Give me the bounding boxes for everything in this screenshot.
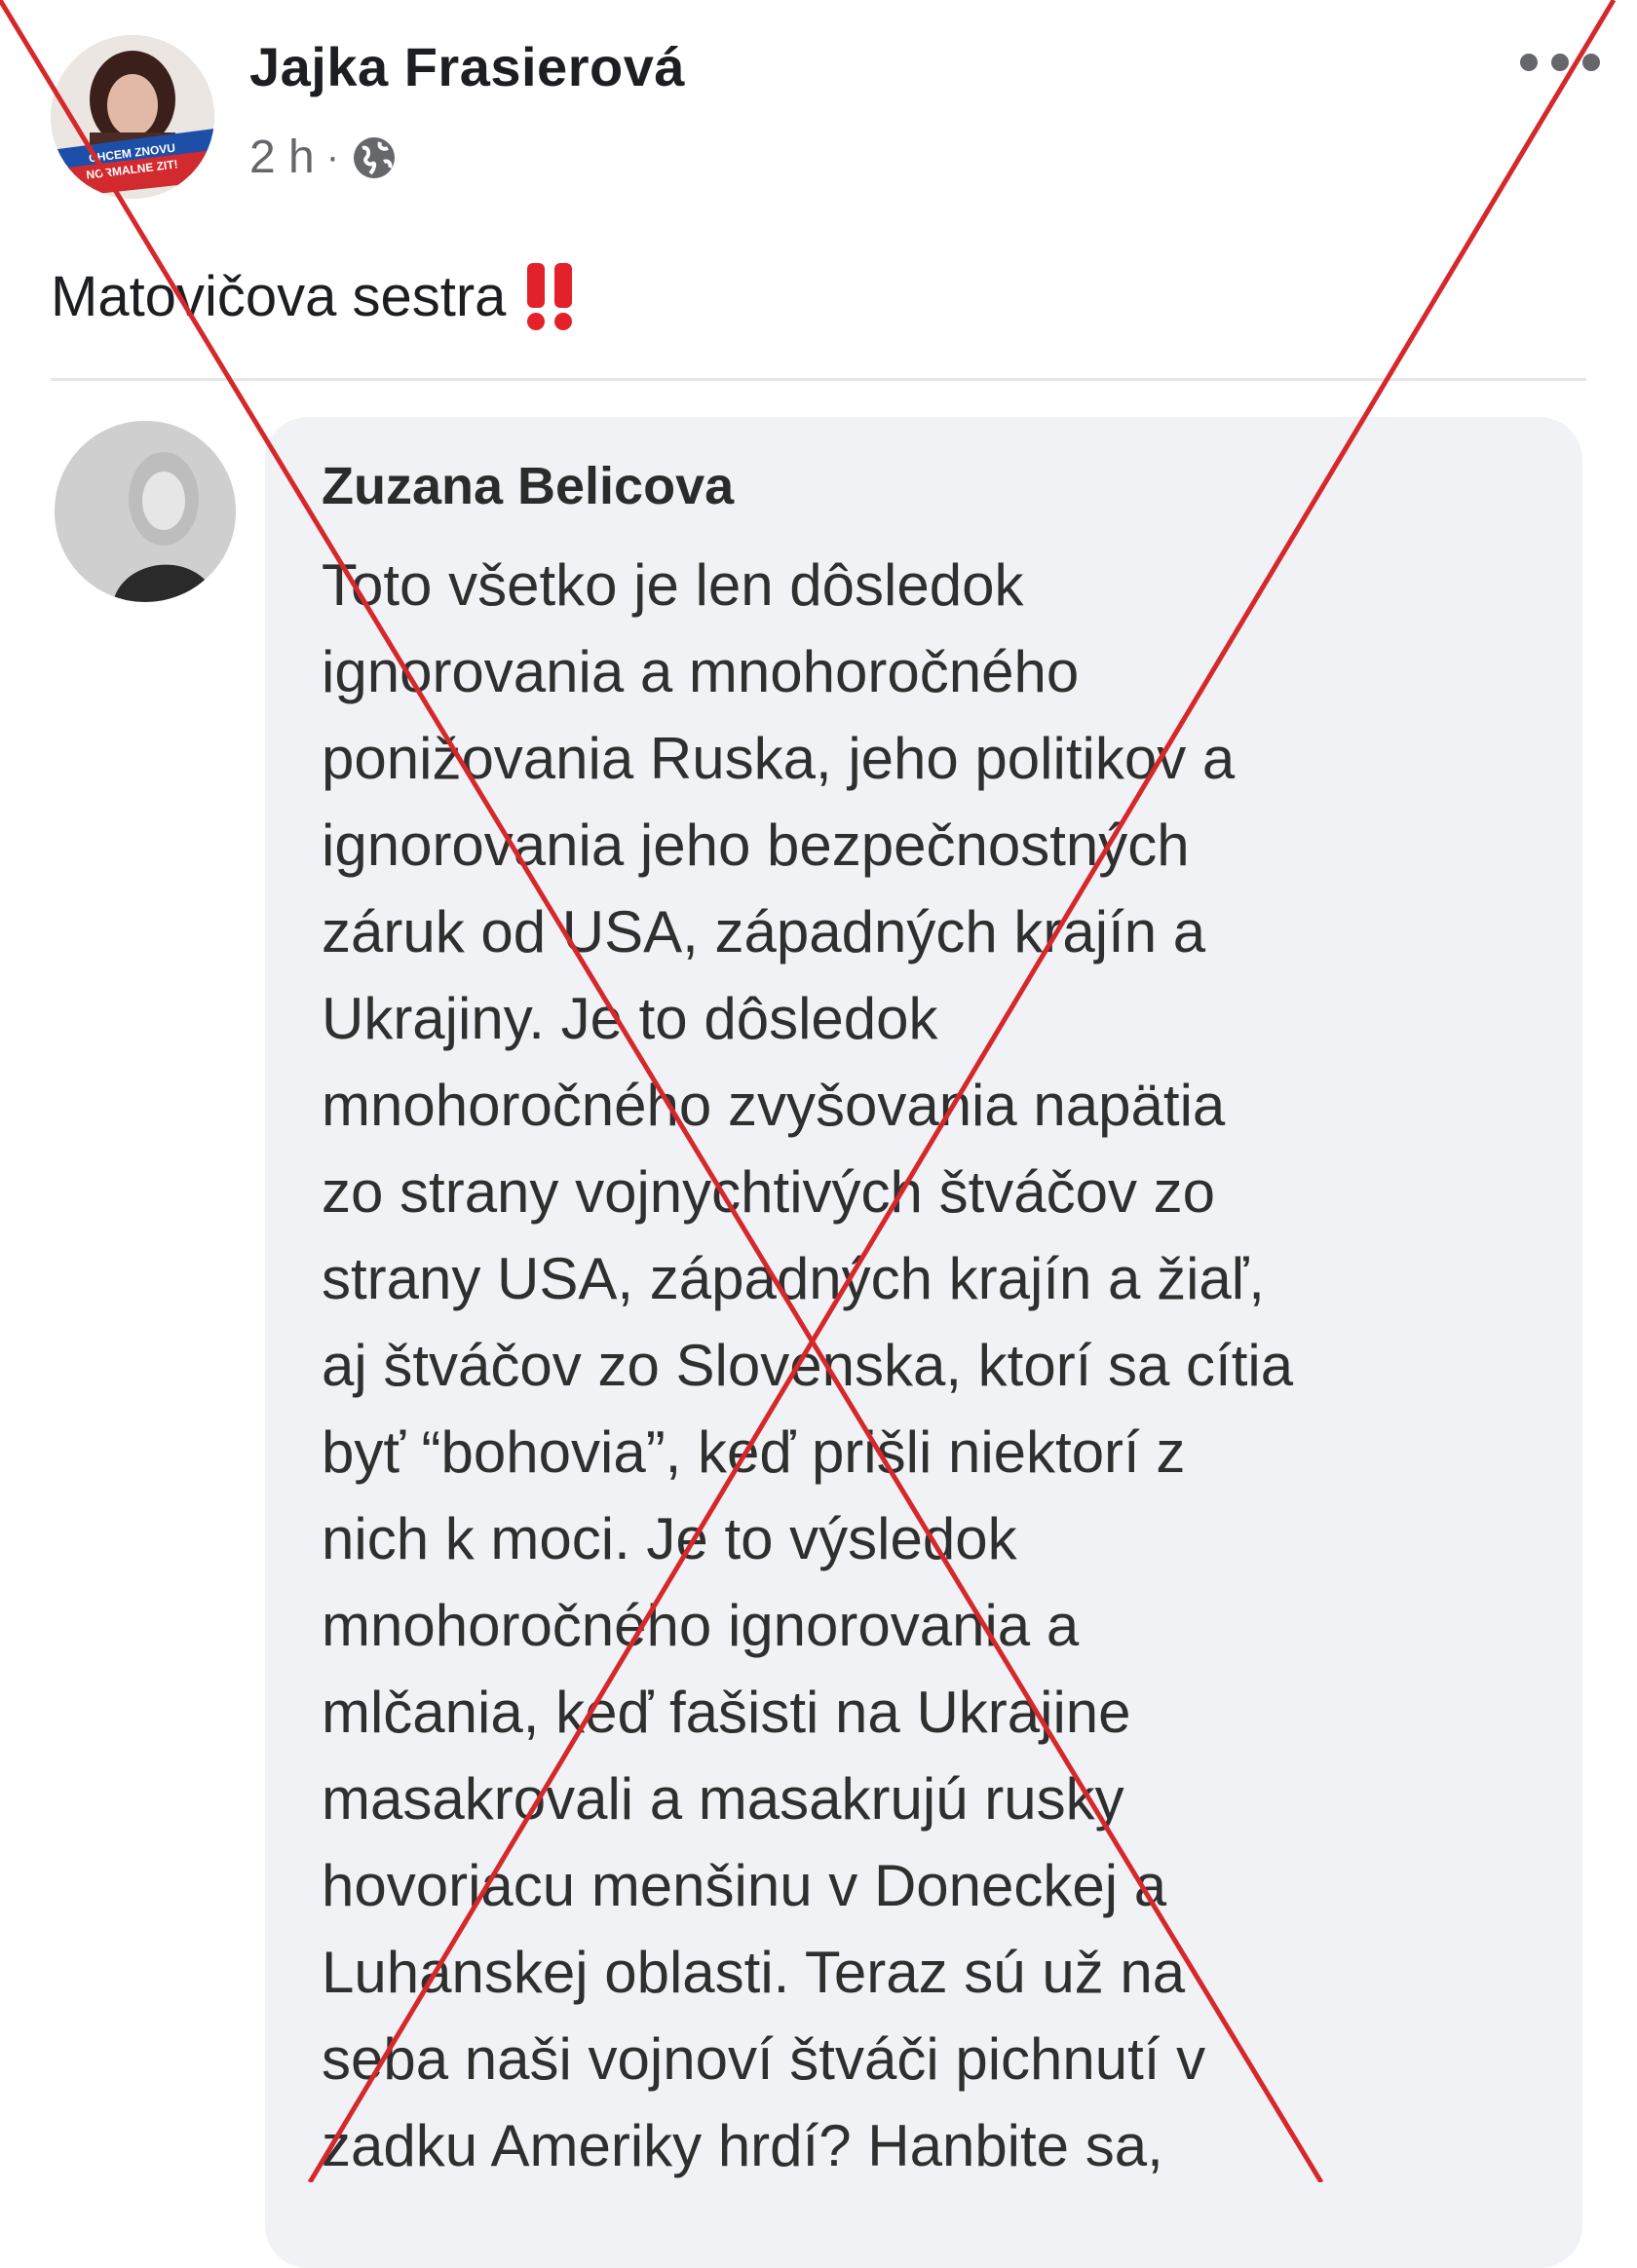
commenter-avatar[interactable] <box>55 421 236 602</box>
more-options-icon[interactable] <box>1520 39 1600 86</box>
post-header: CHCEM ZNOVU NORMALNE ZIT! Jajka Frasiero… <box>0 0 1637 214</box>
comment-line: ponižovania Ruska, jeho politikov a <box>322 726 1236 791</box>
comment-line: ignorovania jeho bezpečnostných <box>322 813 1190 878</box>
globe-icon <box>354 136 396 178</box>
comment-line: mlčania, keď fašisti na Ukrajine <box>322 1680 1131 1745</box>
comment-line: zo strany vojnychtivých štváčov zo <box>322 1159 1216 1225</box>
post-text: Matovičova sestra <box>51 261 578 331</box>
comment-line: masakrovali a masakrujú rusky <box>322 1766 1124 1832</box>
commenter-name[interactable]: Zuzana Belicova <box>322 456 734 516</box>
comment-line: mnohoročného ignorovania a <box>322 1593 1080 1658</box>
comment-line: ignorovania a mnohoročného <box>322 639 1080 704</box>
comment-line: Toto všetko je len dôsledok <box>322 552 1024 618</box>
comment-line: Luhanskej oblasti. Teraz sú už na <box>322 1940 1186 2005</box>
meta-separator: · <box>325 135 340 178</box>
comment-line: aj štváčov zo Slovenska, ktorí sa cítia <box>322 1333 1294 1398</box>
comment-line: seba naši vojnoví štváči pichnutí v <box>322 2026 1206 2092</box>
double-exclamation-icon <box>527 263 573 330</box>
divider <box>51 378 1586 381</box>
comment-line: mnohoročného zvyšovania napätia <box>322 1073 1226 1138</box>
comment-line: byť “bohovia”, keď prišli niektorí z <box>322 1419 1186 1485</box>
comment-line: zadku Ameriky hrdí? Hanbite sa, <box>322 2113 1163 2178</box>
commenter-avatar-image <box>55 421 236 602</box>
comment-text: Toto všetko je len dôsledok ignorovania … <box>322 542 1293 2189</box>
comment-line: záruk od USA, západných krajín a <box>322 899 1206 964</box>
avatar-image: CHCEM ZNOVU NORMALNE ZIT! <box>51 35 214 199</box>
comment-line: nich k moci. Je to výsledok <box>322 1506 1017 1571</box>
comment-line: hovoriacu menšinu v Doneckej a <box>322 1853 1167 1918</box>
post-text-content: Matovičova sestra <box>51 264 507 328</box>
comment-line: strany USA, západných krajín a žiaľ, <box>322 1246 1265 1311</box>
post-time[interactable]: 2 h <box>249 131 315 184</box>
comment-line: Ukrajiny. Je to dôsledok <box>322 986 938 1051</box>
author-name[interactable]: Jajka Frasierová <box>249 35 685 98</box>
author-avatar[interactable]: CHCEM ZNOVU NORMALNE ZIT! <box>51 35 214 199</box>
post-meta: 2 h · <box>249 131 398 184</box>
